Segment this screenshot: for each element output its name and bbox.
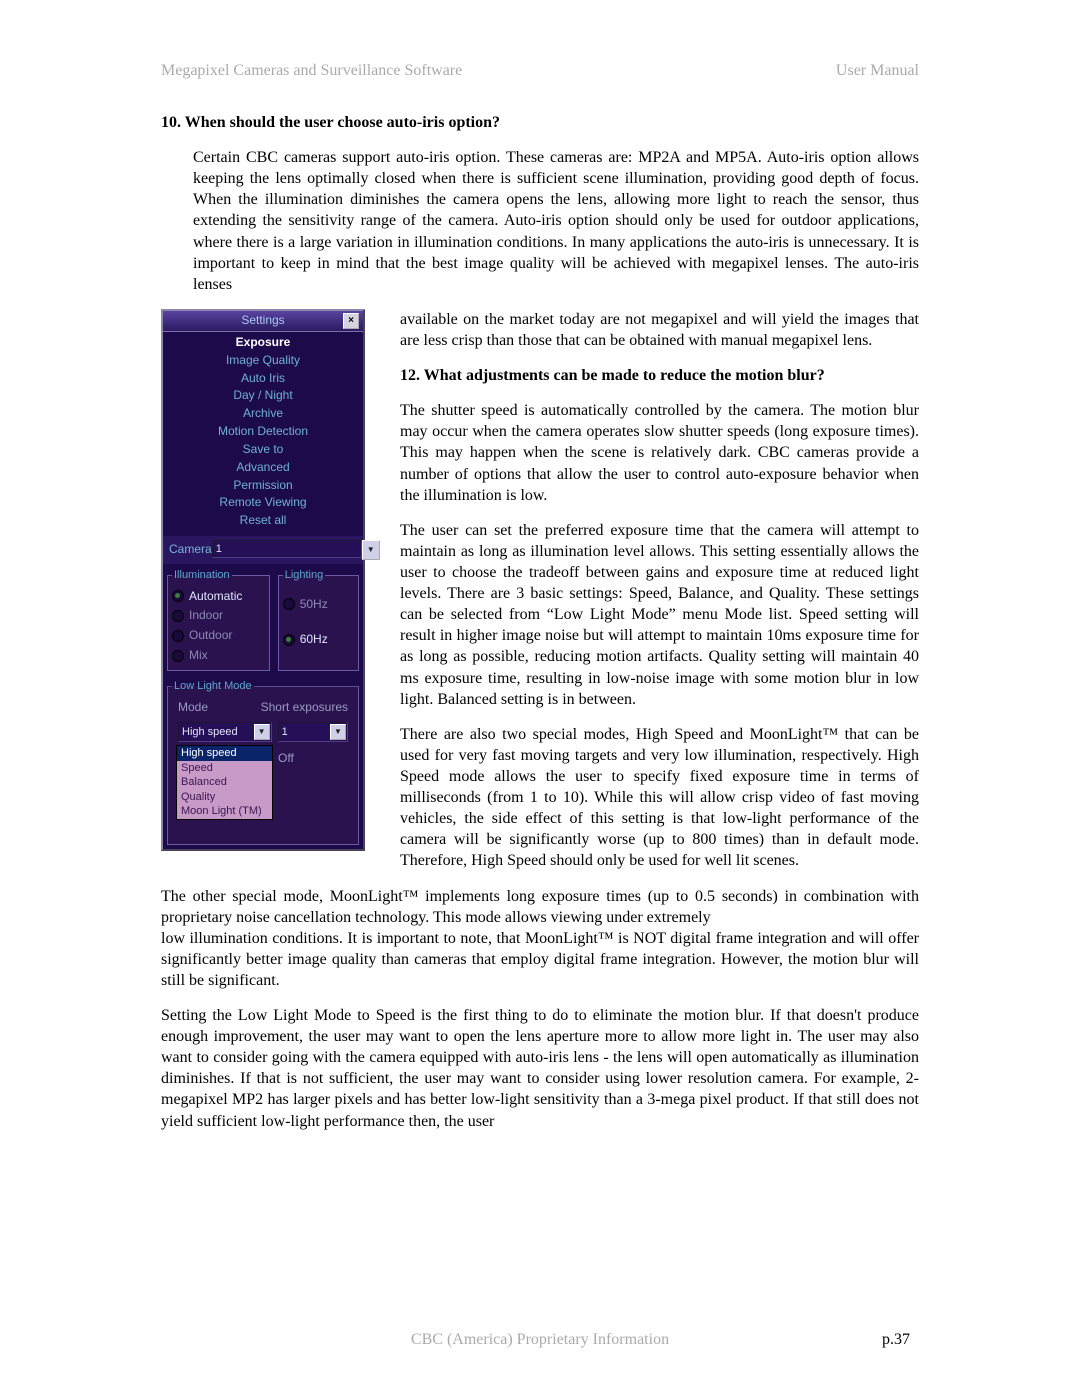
menu-save-to[interactable]: Save to [163, 441, 363, 459]
header-right: User Manual [836, 62, 919, 80]
para-12d-cont: low illumination conditions. It is impor… [161, 928, 919, 991]
radio-dot-icon [283, 634, 295, 646]
radio-mix[interactable]: Mix [172, 646, 265, 666]
menu-remote-viewing[interactable]: Remote Viewing [163, 494, 363, 512]
radio-dot-icon [172, 630, 184, 642]
para-12d: The other special mode, MoonLight™ imple… [161, 886, 919, 928]
radio-60hz[interactable]: 60Hz [283, 622, 354, 658]
menu-exposure[interactable]: Exposure [163, 334, 363, 352]
radio-dot-icon [172, 610, 184, 622]
camera-select[interactable]: ▼ [212, 540, 380, 560]
mode-opt-high-speed[interactable]: High speed [177, 746, 272, 761]
mode-select[interactable]: High speed ▼ [178, 722, 272, 742]
mode-opt-moonlight[interactable]: Moon Light (TM) [177, 804, 272, 819]
menu-archive[interactable]: Archive [163, 405, 363, 423]
camera-value[interactable] [212, 540, 362, 558]
chevron-down-icon[interactable]: ▼ [254, 724, 270, 740]
radio-dot-icon [172, 650, 184, 662]
header-left: Megapixel Cameras and Surveillance Softw… [161, 62, 462, 80]
menu-permission[interactable]: Permission [163, 477, 363, 495]
menu-advanced[interactable]: Advanced [163, 459, 363, 477]
menu-reset-all[interactable]: Reset all [163, 512, 363, 530]
panel-titlebar: Settings × [163, 311, 363, 332]
panel-title: Settings [241, 313, 284, 329]
camera-label: Camera [169, 542, 212, 558]
menu-day-night[interactable]: Day / Night [163, 387, 363, 405]
menu-image-quality[interactable]: Image Quality [163, 352, 363, 370]
radio-outdoor[interactable]: Outdoor [172, 626, 265, 646]
para-12e: Setting the Low Light Mode to Speed is t… [161, 1005, 919, 1132]
para-10a: Certain CBC cameras support auto-iris op… [193, 147, 919, 295]
radio-dot-icon [283, 598, 295, 610]
radio-indoor[interactable]: Indoor [172, 606, 265, 626]
radio-50hz[interactable]: 50Hz [283, 587, 354, 623]
settings-panel-wrap: Settings × Exposure Image Quality Auto I… [161, 309, 386, 851]
radio-dot-icon [172, 590, 184, 602]
illumination-legend: Illumination [172, 568, 232, 583]
panel-menu: Exposure Image Quality Auto Iris Day / N… [163, 332, 363, 536]
settings-panel: Settings × Exposure Image Quality Auto I… [161, 309, 365, 851]
low-light-legend: Low Light Mode [172, 679, 254, 694]
footer-center: CBC (America) Proprietary Information [0, 1331, 1080, 1349]
chevron-down-icon[interactable]: ▼ [330, 724, 346, 740]
footer-page: p.37 [882, 1331, 910, 1349]
short-exp-label: Short exposures [261, 700, 348, 716]
menu-motion-detection[interactable]: Motion Detection [163, 423, 363, 441]
short-exp-select[interactable]: 1 ▼ [278, 722, 348, 742]
chevron-down-icon[interactable]: ▼ [362, 540, 380, 560]
lighting-legend: Lighting [283, 568, 326, 583]
heading-10: 10. When should the user choose auto-iri… [161, 112, 919, 133]
radio-automatic[interactable]: Automatic [172, 587, 265, 607]
camera-row: Camera ▼ [163, 536, 363, 564]
menu-auto-iris[interactable]: Auto Iris [163, 370, 363, 388]
close-icon[interactable]: × [343, 313, 359, 329]
mode-label: Mode [178, 700, 255, 716]
off-label: Off [278, 751, 294, 767]
